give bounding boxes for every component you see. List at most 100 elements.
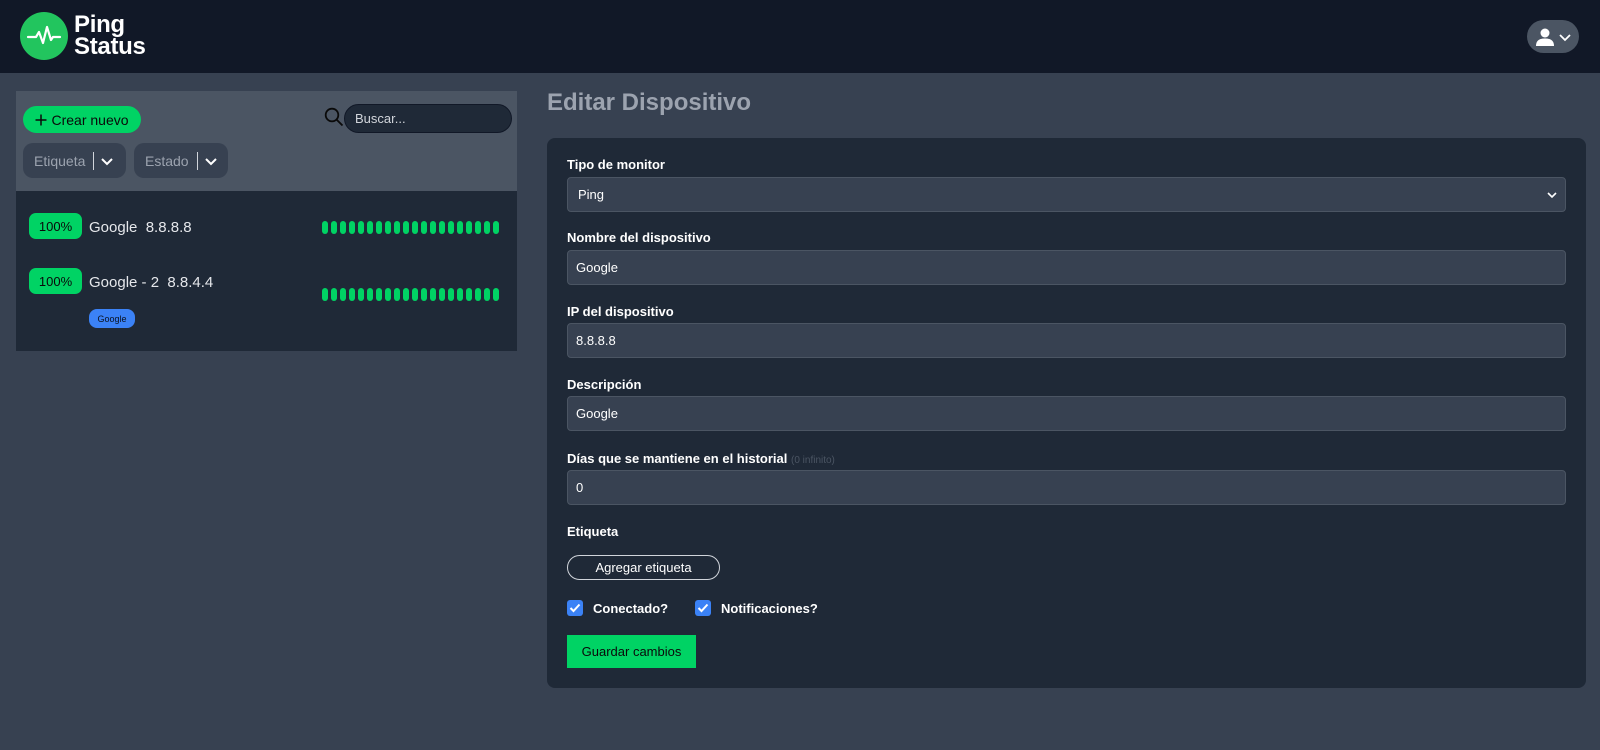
connected-checkbox-row[interactable]: Conectado? (567, 600, 668, 616)
history-days-label: Días que se mantiene en el historial (0 … (567, 451, 835, 466)
app-name-line2: Status (74, 33, 146, 60)
status-history-bar[interactable] (457, 288, 463, 301)
monitor-type-select[interactable]: Ping (567, 177, 1566, 212)
status-history-bar[interactable] (394, 288, 400, 301)
device-list-item[interactable]: 100% Google 8.8.8.8 (29, 213, 509, 255)
device-ip-input[interactable]: 8.8.8.8 (567, 323, 1566, 358)
device-name: Google - 2 (89, 274, 160, 291)
save-changes-button[interactable]: Guardar cambios (567, 635, 696, 668)
status-filter-dropdown[interactable]: Estado (134, 143, 228, 178)
tag-section-label: Etiqueta (567, 524, 619, 539)
search-icon[interactable] (324, 107, 344, 127)
status-history-bar[interactable] (322, 221, 328, 234)
chevron-down-icon (1547, 191, 1557, 198)
status-history-bar[interactable] (493, 288, 499, 301)
device-ip: 8.8.8.8 (145, 219, 192, 236)
status-history-bar[interactable] (358, 288, 364, 301)
status-history-bar[interactable] (331, 288, 337, 301)
uptime-badge: 100% (29, 213, 82, 239)
create-new-label: Crear nuevo (51, 111, 129, 128)
status-history-bar[interactable] (466, 221, 472, 234)
status-history-bar[interactable] (421, 221, 427, 234)
description-label: Descripción (567, 377, 642, 392)
search-input[interactable] (344, 104, 512, 133)
status-history-bar[interactable] (448, 221, 454, 234)
top-bar: Ping Status (0, 0, 1600, 73)
uptime-badge: 100% (29, 268, 82, 294)
status-history-bar[interactable] (403, 288, 409, 301)
user-icon (1536, 28, 1554, 46)
status-history-bar[interactable] (430, 288, 436, 301)
filter-separator (196, 151, 198, 170)
status-history-bar[interactable] (466, 288, 472, 301)
connected-label: Conectado? (593, 600, 669, 616)
history-days-hint: (0 infinito) (790, 455, 835, 466)
status-history-bar[interactable] (385, 221, 391, 234)
app-name: Ping Status (74, 13, 146, 60)
status-history-bar[interactable] (457, 221, 463, 234)
status-history-bar[interactable] (349, 221, 355, 234)
status-history-bar[interactable] (493, 221, 499, 234)
status-history-bar[interactable] (421, 288, 427, 301)
history-days-label-text: Días que se mantiene en el historial (567, 451, 788, 466)
device-list-item[interactable]: 100% Google - 2 8.8.4.4 Google (29, 268, 509, 334)
status-history-bar[interactable] (331, 221, 337, 234)
status-history-bar[interactable] (484, 221, 490, 234)
status-history-bar[interactable] (448, 288, 454, 301)
status-history-bar[interactable] (394, 221, 400, 234)
history-days-input[interactable]: 0 (567, 470, 1566, 505)
plus-icon (35, 114, 47, 125)
status-history-bar[interactable] (322, 288, 328, 301)
status-history-bar[interactable] (358, 221, 364, 234)
status-history-bar[interactable] (475, 221, 481, 234)
status-filter-label: Estado (145, 152, 189, 169)
device-tag-badge: Google (89, 309, 135, 328)
status-history-bar[interactable] (412, 288, 418, 301)
device-title: Google - 2 8.8.4.4 (89, 274, 213, 291)
notifications-checkbox-row[interactable]: Notificaciones? (695, 600, 818, 616)
connected-checkbox[interactable] (567, 600, 583, 616)
status-history-bar[interactable] (367, 221, 373, 234)
notifications-label: Notificaciones? (721, 600, 818, 616)
status-history-bar[interactable] (439, 221, 445, 234)
add-tag-button[interactable]: Agregar etiqueta (567, 555, 720, 580)
notifications-checkbox[interactable] (695, 600, 711, 616)
status-history-bar[interactable] (367, 288, 373, 301)
status-history-bar[interactable] (475, 288, 481, 301)
device-name-input[interactable]: Google (567, 250, 1566, 285)
tag-filter-label: Etiqueta (34, 152, 86, 169)
status-history-bar[interactable] (430, 221, 436, 234)
status-history-bar[interactable] (484, 288, 490, 301)
device-title: Google 8.8.8.8 (89, 219, 192, 236)
status-history-bar[interactable] (349, 288, 355, 301)
status-history-bar[interactable] (376, 288, 382, 301)
chevron-down-icon (1559, 33, 1571, 41)
filter-separator (93, 151, 95, 170)
chevron-down-icon (101, 157, 114, 165)
device-name: Google (89, 219, 138, 236)
status-history-bar[interactable] (412, 221, 418, 234)
status-history-bar[interactable] (439, 288, 445, 301)
checkmark-icon (569, 603, 581, 613)
create-new-button[interactable]: Crear nuevo (23, 106, 141, 133)
status-history-bar[interactable] (385, 288, 391, 301)
status-history-bar[interactable] (376, 221, 382, 234)
status-history-bar[interactable] (340, 221, 346, 234)
device-list-toolbar: Crear nuevo Etiqueta Estado (16, 91, 517, 191)
edit-device-form: Tipo de monitor Ping Nombre del disposit… (547, 138, 1586, 688)
monitor-type-value: Ping (578, 187, 605, 202)
checkmark-icon (697, 603, 709, 613)
status-history-bar[interactable] (340, 288, 346, 301)
device-name-label: Nombre del dispositivo (567, 230, 711, 245)
user-menu-button[interactable] (1527, 20, 1579, 53)
device-ip: 8.8.4.4 (167, 274, 214, 291)
status-history-bars (322, 221, 499, 234)
status-history-bar[interactable] (403, 221, 409, 234)
pulse-icon (20, 12, 68, 60)
device-list-panel: Crear nuevo Etiqueta Estado 100% Google … (16, 91, 517, 351)
app-logo[interactable]: Ping Status (20, 12, 146, 60)
status-history-bars (322, 288, 499, 301)
tag-filter-dropdown[interactable]: Etiqueta (23, 143, 126, 178)
device-ip-label: IP del dispositivo (567, 304, 674, 319)
description-input[interactable]: Google (567, 396, 1566, 431)
